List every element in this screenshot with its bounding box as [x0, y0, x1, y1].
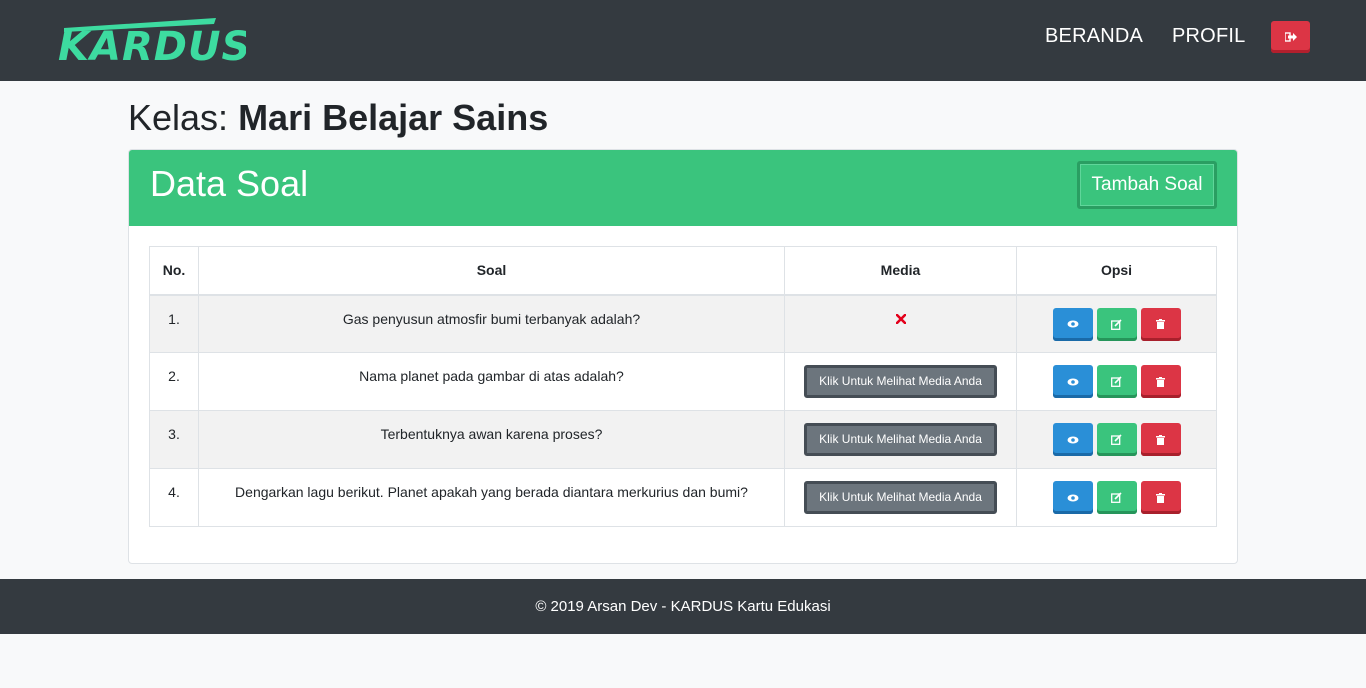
- header-opsi: Opsi: [1016, 246, 1217, 296]
- row-soal: Gas penyusun atmosfir bumi terbanyak ada…: [198, 294, 785, 353]
- row-no: 2.: [149, 352, 199, 411]
- kardus-logo[interactable]: KARDUS!: [56, 14, 270, 70]
- row-soal: Nama planet pada gambar di atas adalah?: [198, 352, 785, 411]
- trash-icon: [1156, 434, 1165, 445]
- table-row: 4. Dengarkan lagu berikut. Planet apakah…: [149, 468, 1217, 527]
- edit-icon: [1111, 492, 1122, 503]
- view-button[interactable]: [1052, 365, 1093, 398]
- edit-button[interactable]: [1096, 365, 1137, 398]
- row-media: Klik Untuk Melihat Media Anda: [784, 410, 1017, 469]
- row-no: 3.: [149, 410, 199, 469]
- card-title: Data Soal: [150, 163, 309, 204]
- kelas-label: Kelas:: [128, 97, 239, 138]
- edit-button[interactable]: [1096, 307, 1137, 341]
- footer-text: © 2019 Arsan Dev - KARDUS Kartu Edukasi: [535, 598, 831, 615]
- kelas-name: Mari Belajar Sains: [238, 97, 549, 138]
- eye-icon: [1067, 378, 1078, 385]
- eye-icon: [1067, 320, 1078, 328]
- header-no: No.: [149, 246, 199, 296]
- page-title: Kelas: Mari Belajar Sains: [128, 97, 548, 139]
- header-soal: Soal: [198, 246, 785, 296]
- lihat-media-button[interactable]: Klik Untuk Melihat Media Anda: [804, 481, 997, 514]
- tambah-soal-button[interactable]: Tambah Soal: [1077, 161, 1217, 209]
- table-header-row: No. Soal Media Opsi: [149, 246, 1217, 296]
- nav-profil[interactable]: PROFIL: [1172, 24, 1245, 48]
- row-media: Klik Untuk Melihat Media Anda: [784, 468, 1017, 527]
- view-button[interactable]: [1052, 481, 1093, 514]
- delete-button[interactable]: [1140, 423, 1181, 456]
- row-media: Klik Untuk Melihat Media Anda: [784, 352, 1017, 411]
- header-media: Media: [784, 246, 1017, 296]
- table-row: 1. Gas penyusun atmosfir bumi terbanyak …: [149, 294, 1217, 353]
- row-media: [784, 294, 1017, 353]
- sign-out-icon: [1284, 32, 1297, 42]
- nav-beranda[interactable]: BERANDA: [1045, 24, 1143, 48]
- view-button[interactable]: [1052, 423, 1093, 456]
- delete-button[interactable]: [1140, 365, 1181, 398]
- brand-text: KARDUS!: [58, 24, 246, 68]
- edit-icon: [1111, 318, 1122, 330]
- delete-button[interactable]: [1140, 481, 1181, 514]
- navbar: KARDUS! BERANDA PROFIL: [0, 0, 1366, 81]
- logout-button[interactable]: [1271, 21, 1310, 53]
- delete-button[interactable]: [1140, 307, 1181, 341]
- footer: © 2019 Arsan Dev - KARDUS Kartu Edukasi: [0, 579, 1366, 634]
- view-button[interactable]: [1052, 307, 1093, 341]
- lihat-media-button[interactable]: Klik Untuk Melihat Media Anda: [804, 423, 997, 456]
- lihat-media-button[interactable]: Klik Untuk Melihat Media Anda: [804, 365, 997, 398]
- x-icon: [895, 311, 906, 328]
- table-row: 3. Terbentuknya awan karena proses? Klik…: [149, 410, 1217, 469]
- row-no: 4.: [149, 468, 199, 527]
- edit-icon: [1111, 434, 1122, 445]
- eye-icon: [1067, 436, 1078, 443]
- table-row: 2. Nama planet pada gambar di atas adala…: [149, 352, 1217, 411]
- trash-icon: [1156, 319, 1165, 329]
- eye-icon: [1067, 494, 1078, 501]
- row-opsi: [1016, 352, 1217, 411]
- data-soal-card: Data Soal Tambah Soal No. Soal Media Ops…: [128, 149, 1238, 564]
- card-header: Data Soal Tambah Soal: [129, 150, 1237, 226]
- edit-button[interactable]: [1096, 481, 1137, 514]
- row-opsi: [1016, 468, 1217, 527]
- row-soal: Terbentuknya awan karena proses?: [198, 410, 785, 469]
- edit-button[interactable]: [1096, 423, 1137, 456]
- trash-icon: [1156, 492, 1165, 503]
- soal-table: No. Soal Media Opsi 1. Gas penyusun atmo…: [149, 246, 1217, 527]
- row-soal: Dengarkan lagu berikut. Planet apakah ya…: [198, 468, 785, 527]
- edit-icon: [1111, 376, 1122, 387]
- row-no: 1.: [149, 294, 199, 353]
- row-opsi: [1016, 410, 1217, 469]
- row-opsi: [1016, 294, 1217, 353]
- trash-icon: [1156, 376, 1165, 387]
